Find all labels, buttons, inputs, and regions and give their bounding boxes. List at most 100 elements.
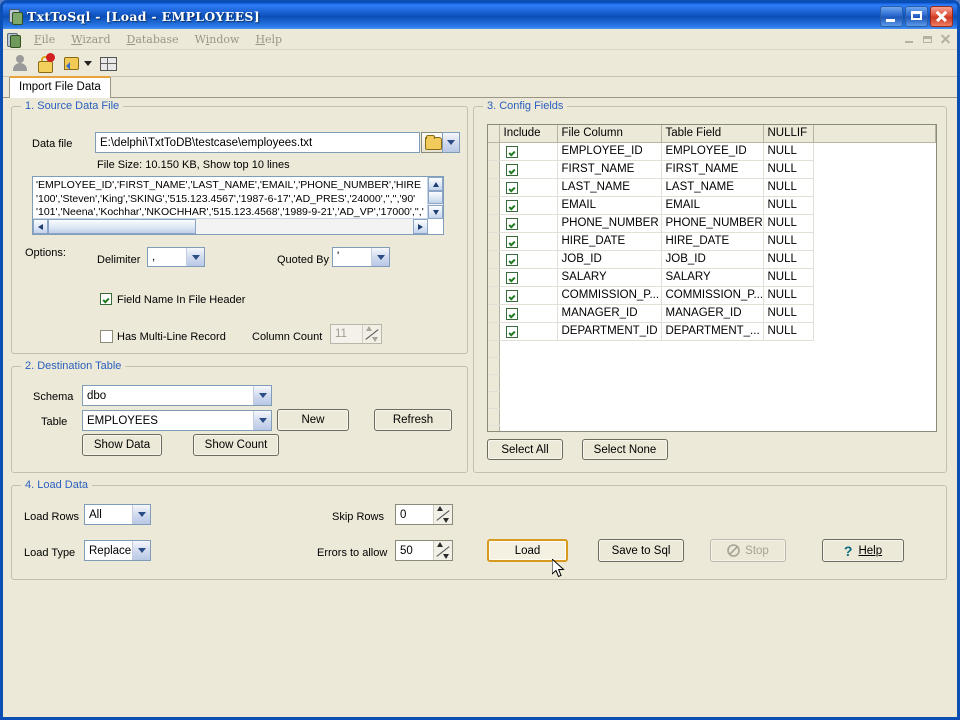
table-row-empty[interactable] [488,408,936,426]
file-column-cell[interactable]: HIRE_DATE [557,232,662,251]
include-cell[interactable] [499,322,558,341]
help-button[interactable]: ? Help [822,539,904,562]
include-checkbox[interactable] [505,163,518,176]
menu-item-wizard[interactable]: Wizard [63,31,118,48]
table-field-cell[interactable]: COMMISSION_P... [661,286,764,305]
preview-vertical-scrollbar[interactable] [427,177,443,219]
file-column-cell[interactable]: DEPARTMENT_ID [557,322,662,341]
include-checkbox[interactable] [505,253,518,266]
table-row[interactable]: LAST_NAME LAST_NAME NULL [488,178,936,197]
column-header-file-column[interactable]: File Column [557,125,662,143]
include-checkbox[interactable] [505,235,518,248]
close-button[interactable] [930,5,953,27]
chevron-down-icon[interactable] [84,60,92,66]
menu-item-help[interactable]: Help [247,31,290,48]
data-file-history-dropdown[interactable] [442,132,460,153]
vertical-scroll-thumb[interactable] [428,191,443,204]
table-row[interactable]: HIRE_DATE HIRE_DATE NULL [488,232,936,251]
column-header-include[interactable]: Include [499,125,558,143]
mdi-close-button[interactable] [938,33,953,46]
show-data-button[interactable]: Show Data [82,434,162,456]
file-column-cell[interactable]: LAST_NAME [557,178,662,197]
include-checkbox[interactable] [505,271,518,284]
table-row[interactable]: MANAGER_ID MANAGER_ID NULL [488,304,936,323]
save-to-sql-button[interactable]: Save to Sql [598,539,684,562]
quoted-by-dropdown[interactable]: ' [332,247,390,267]
load-rows-dropdown[interactable]: All [84,504,151,525]
include-cell[interactable] [499,286,558,305]
nullif-cell[interactable]: NULL [763,268,814,287]
table-row[interactable]: EMAIL EMAIL NULL [488,196,936,215]
load-type-dropdown[interactable]: Replace [84,540,151,561]
file-column-cell[interactable]: PHONE_NUMBER [557,214,662,233]
mdi-restore-button[interactable] [920,33,935,46]
stepper-buttons[interactable] [433,541,452,560]
menu-item-window[interactable]: Window [187,31,248,48]
select-none-button[interactable]: Select None [582,439,668,460]
maximize-button[interactable] [905,5,928,27]
include-cell[interactable] [499,160,558,179]
table-field-cell[interactable]: SALARY [661,268,764,287]
stepper-buttons[interactable] [433,505,452,524]
file-column-cell[interactable]: FIRST_NAME [557,160,662,179]
include-checkbox[interactable] [505,307,518,320]
column-header-nullif[interactable]: NULLIF [763,125,814,143]
nullif-cell[interactable]: NULL [763,142,814,161]
file-column-cell[interactable]: MANAGER_ID [557,304,662,323]
table-row[interactable]: FIRST_NAME FIRST_NAME NULL [488,160,936,179]
include-cell[interactable] [499,250,558,269]
table-row[interactable]: COMMISSION_P... COMMISSION_P... NULL [488,286,936,305]
table-field-cell[interactable]: JOB_ID [661,250,764,269]
table-export-icon[interactable] [61,54,79,72]
mdi-minimize-button[interactable] [902,33,917,46]
table-row[interactable]: DEPARTMENT_ID DEPARTMENT_... NULL [488,322,936,341]
table-row-empty[interactable] [488,357,936,375]
schema-dropdown[interactable]: dbo [82,385,272,406]
include-cell[interactable] [499,232,558,251]
data-file-input[interactable]: E:\delphi\TxtToDB\testcase\employees.txt [95,132,420,153]
include-checkbox[interactable] [505,145,518,158]
chevron-down-icon[interactable] [132,505,150,524]
grid-icon[interactable] [99,54,117,72]
nullif-cell[interactable]: NULL [763,322,814,341]
preview-horizontal-scrollbar[interactable] [33,218,428,234]
table-field-cell[interactable]: FIRST_NAME [661,160,764,179]
include-checkbox[interactable] [505,325,518,338]
table-field-cell[interactable]: MANAGER_ID [661,304,764,323]
table-field-cell[interactable]: EMPLOYEE_ID [661,142,764,161]
include-checkbox[interactable] [505,199,518,212]
field-name-in-header-checkbox[interactable] [100,293,112,305]
nullif-cell[interactable]: NULL [763,232,814,251]
nullif-cell[interactable]: NULL [763,196,814,215]
table-row[interactable]: PHONE_NUMBER PHONE_NUMBER NULL [488,214,936,233]
table-field-cell[interactable]: LAST_NAME [661,178,764,197]
table-field-cell[interactable]: HIRE_DATE [661,232,764,251]
table-row-empty[interactable] [488,391,936,409]
include-cell[interactable] [499,196,558,215]
file-column-cell[interactable]: JOB_ID [557,250,662,269]
column-header-table-field[interactable]: Table Field [661,125,764,143]
chevron-down-icon[interactable] [186,248,204,266]
file-column-cell[interactable]: EMAIL [557,196,662,215]
file-preview-memo[interactable]: 'EMPLOYEE_ID','FIRST_NAME','LAST_NAME','… [32,176,444,235]
load-button[interactable]: Load [487,539,568,562]
scroll-left-button[interactable] [33,219,48,234]
show-count-button[interactable]: Show Count [193,434,279,456]
skip-rows-stepper[interactable]: 0 [395,504,453,525]
include-cell[interactable] [499,304,558,323]
nullif-cell[interactable]: NULL [763,250,814,269]
minimize-button[interactable] [880,5,903,27]
refresh-tables-button[interactable]: Refresh [374,409,452,431]
table-row-empty[interactable] [488,425,936,431]
file-column-cell[interactable]: SALARY [557,268,662,287]
nullif-cell[interactable]: NULL [763,304,814,323]
table-dropdown[interactable]: EMPLOYEES [82,410,272,431]
new-table-button[interactable]: New [277,409,349,431]
nullif-cell[interactable]: NULL [763,160,814,179]
scroll-down-button[interactable] [428,205,443,219]
chevron-down-icon[interactable] [253,386,271,405]
chevron-down-icon[interactable] [132,541,150,560]
table-row[interactable]: SALARY SALARY NULL [488,268,936,287]
table-row[interactable]: EMPLOYEE_ID EMPLOYEE_ID NULL [488,142,936,161]
tab-import-file-data[interactable]: Import File Data [9,76,111,98]
